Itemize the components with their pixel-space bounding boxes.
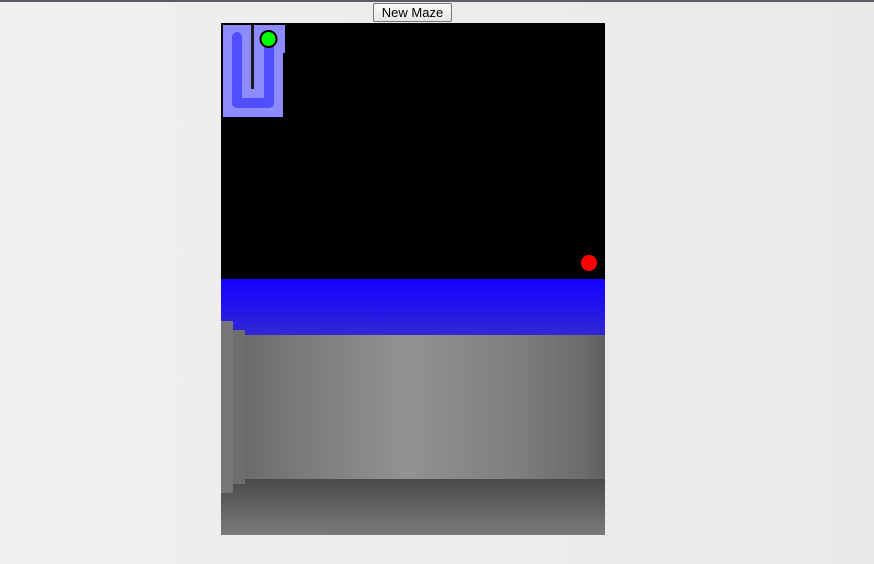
player-marker bbox=[259, 30, 278, 48]
minimap bbox=[223, 25, 285, 117]
maze-view[interactable] bbox=[221, 23, 605, 535]
new-maze-button[interactable]: New Maze bbox=[373, 3, 452, 22]
window-top-border bbox=[0, 0, 874, 2]
goal-marker bbox=[581, 255, 597, 271]
horizon-band bbox=[221, 279, 605, 335]
near-wall-left-1 bbox=[221, 321, 233, 493]
minimap-wall bbox=[251, 25, 254, 89]
far-wall bbox=[245, 335, 605, 479]
minimap-notch bbox=[283, 25, 285, 53]
near-wall-left-2 bbox=[233, 330, 245, 484]
floor bbox=[221, 479, 605, 535]
